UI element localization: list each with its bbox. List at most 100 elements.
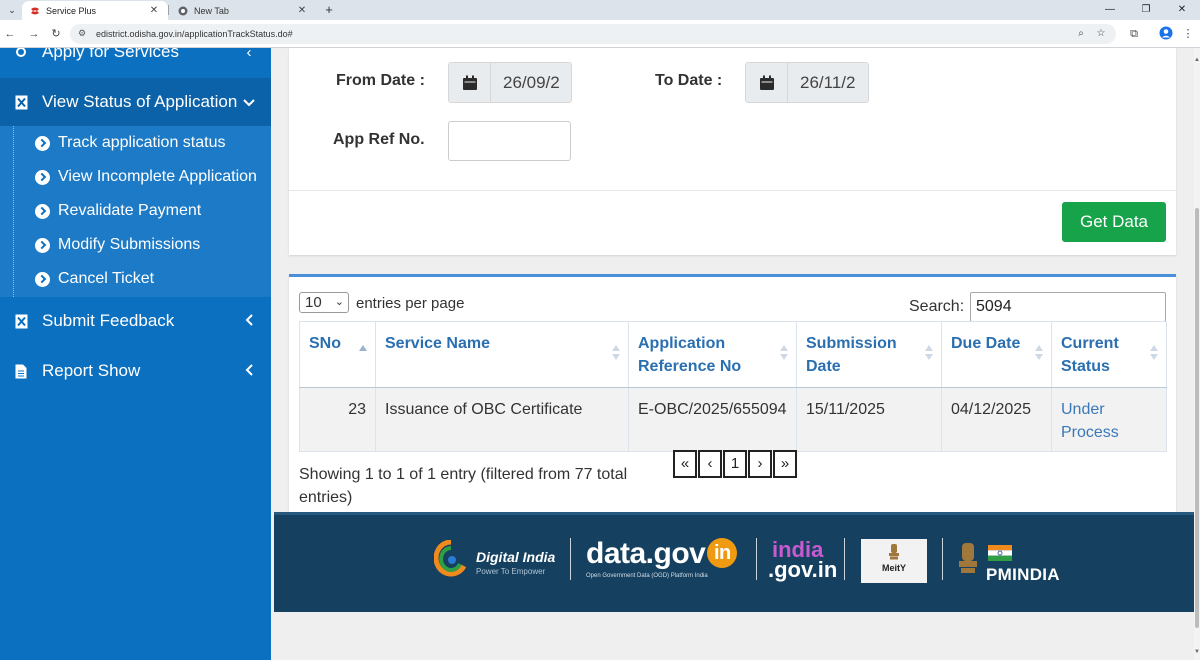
footer-logo-bar: Digital India Power To Empower data.gov i… (274, 512, 1194, 612)
sidebar-item-label: Apply for Services (42, 48, 179, 61)
tab-service-plus[interactable]: Service Plus ✕ (22, 1, 168, 20)
footer-divider (942, 538, 943, 580)
sidebar-item-revalidate-payment[interactable]: Revalidate Payment (0, 194, 271, 228)
pagination: « ‹ 1 › » (673, 450, 798, 478)
sidebar-item-report-show[interactable]: Report Show (0, 348, 271, 394)
cell-current-status[interactable]: Under Process (1051, 387, 1167, 452)
search-input[interactable]: 5094 (970, 292, 1166, 322)
next-page-button[interactable]: › (748, 450, 772, 478)
sidebar-item-cancel-ticket[interactable]: Cancel Ticket (0, 262, 271, 296)
sort-icon (1035, 345, 1043, 363)
sort-icon (925, 345, 933, 363)
get-data-button[interactable]: Get Data (1062, 202, 1166, 242)
column-header-due-date[interactable]: Due Date (941, 321, 1052, 388)
to-date-field[interactable]: 26/11/2 (745, 62, 869, 103)
sidebar-item-modify-submissions[interactable]: Modify Submissions (0, 228, 271, 262)
datagov-in-badge: in (707, 538, 738, 568)
page-1-button[interactable]: 1 (723, 450, 747, 478)
table-header-row: SNo Service Name Application Reference N… (299, 321, 1167, 388)
browser-tab-strip: ⌄ Service Plus ✕ New Tab ✕ + — ❐ ✕ (0, 0, 1200, 20)
reload-icon[interactable]: ↻ (48, 26, 64, 42)
last-page-button[interactable]: » (773, 450, 797, 478)
sidebar-subitem-label: Revalidate Payment (58, 202, 202, 219)
close-tab-icon[interactable]: ✕ (296, 5, 308, 16)
page-size-select[interactable]: 10 ⌄ (299, 292, 349, 313)
scroll-up-icon[interactable]: ▲ (1194, 56, 1200, 64)
table-row[interactable]: 23 Issuance of OBC Certificate E-OBC/202… (299, 387, 1167, 452)
app-ref-input[interactable] (448, 121, 571, 161)
sort-asc-icon (359, 345, 367, 363)
new-tab-icon[interactable]: + (320, 1, 338, 19)
profile-avatar-icon[interactable] (1158, 26, 1174, 42)
chevron-circle-icon (35, 203, 50, 219)
tab-new-tab[interactable]: New Tab ✕ (170, 1, 316, 20)
sidebar-item-label: Submit Feedback (42, 311, 175, 330)
india-gov-logo-bottom[interactable]: .gov.in (768, 559, 837, 581)
to-date-value: 26/11/2 (788, 63, 868, 102)
first-page-button[interactable]: « (673, 450, 697, 478)
chevron-left-icon (239, 313, 259, 330)
meity-logo[interactable]: MeitY (861, 539, 927, 583)
column-header-current-status[interactable]: Current Status (1051, 321, 1167, 388)
chevron-circle-icon (35, 135, 50, 151)
browser-toolbar: ← → ↻ ⚙ edistrict.odisha.gov.in/applicat… (0, 20, 1200, 48)
results-panel: 10 ⌄ entries per page Search: 5094 SNo S… (289, 274, 1176, 519)
page-scrollbar[interactable]: ▲ ▼ (1194, 48, 1200, 660)
column-header-label: Due Date (951, 335, 1021, 352)
digital-india-tagline: Power To Empower (476, 567, 546, 576)
form-divider (289, 190, 1176, 191)
back-icon[interactable]: ← (2, 26, 18, 42)
calendar-icon[interactable] (449, 63, 491, 102)
sidebar-item-label: Report Show (42, 361, 141, 380)
window-close-icon[interactable]: ✕ (1164, 0, 1200, 20)
chevron-circle-icon (35, 271, 50, 287)
sidebar-item-label: View Status of Application (42, 92, 238, 111)
sidebar-item-incomplete-application[interactable]: View Incomplete Application (0, 160, 271, 194)
forward-icon[interactable]: → (26, 26, 42, 42)
sidebar-item-apply-services[interactable]: Apply for Services ‹ (0, 48, 271, 64)
scrollbar-thumb[interactable] (1195, 208, 1199, 628)
sidebar-item-view-status[interactable]: View Status of Application (0, 78, 271, 126)
column-header-service-name[interactable]: Service Name (375, 321, 629, 388)
column-header-label: SNo (309, 335, 341, 352)
close-tab-icon[interactable]: ✕ (148, 5, 160, 16)
address-bar[interactable]: ⚙ edistrict.odisha.gov.in/applicationTra… (70, 24, 1116, 44)
extensions-icon[interactable]: ⧉ (1126, 26, 1142, 42)
bookmark-star-icon[interactable]: ☆ (1094, 27, 1108, 41)
scroll-down-icon[interactable]: ▼ (1194, 648, 1200, 656)
from-date-field[interactable]: 26/09/2 (448, 62, 572, 103)
sort-icon (780, 345, 788, 363)
chevron-circle-icon (35, 169, 50, 185)
datagov-logo[interactable]: data.gov in (586, 537, 738, 571)
digital-india-logo-icon[interactable] (434, 540, 468, 578)
zoom-icon[interactable]: ⌕ (1074, 27, 1088, 41)
prev-page-button[interactable]: ‹ (698, 450, 722, 478)
from-date-value: 26/09/2 (491, 63, 571, 102)
column-header-label: Application Reference No (638, 335, 742, 375)
column-header-reference-no[interactable]: Application Reference No (628, 321, 797, 388)
chevron-down-icon (239, 94, 259, 111)
footer-divider (570, 538, 571, 580)
national-emblem-icon (889, 544, 899, 560)
sidebar-subitem-label: Cancel Ticket (58, 270, 155, 287)
datagov-text: data.gov (586, 537, 706, 570)
pmindia-logo-text[interactable]: PMINDIA (986, 565, 1060, 585)
cell-due-date: 04/12/2025 (941, 387, 1052, 452)
applications-table: SNo Service Name Application Reference N… (299, 321, 1167, 452)
chevron-down-icon: ⌄ (334, 296, 344, 308)
restore-icon[interactable]: ❐ (1128, 0, 1164, 20)
column-header-sno[interactable]: SNo (299, 321, 376, 388)
sidebar-item-submit-feedback[interactable]: Submit Feedback (0, 298, 271, 344)
tab-title: New Tab (194, 5, 229, 16)
national-emblem-icon[interactable] (956, 541, 980, 581)
tab-search-icon[interactable]: ⌄ (4, 2, 20, 18)
column-header-submission-date[interactable]: Submission Date (796, 321, 942, 388)
document-icon (14, 363, 28, 379)
calendar-icon[interactable] (746, 63, 788, 102)
minimize-icon[interactable]: — (1092, 0, 1128, 20)
app-ref-label: App Ref No. (333, 131, 425, 148)
datagov-tagline: Open Government Data (OGD) Platform Indi… (586, 573, 708, 579)
sidebar-item-track-status[interactable]: Track application status (0, 126, 271, 160)
site-info-icon[interactable]: ⚙ (78, 28, 86, 39)
browser-menu-icon[interactable]: ⋮ (1180, 26, 1196, 42)
